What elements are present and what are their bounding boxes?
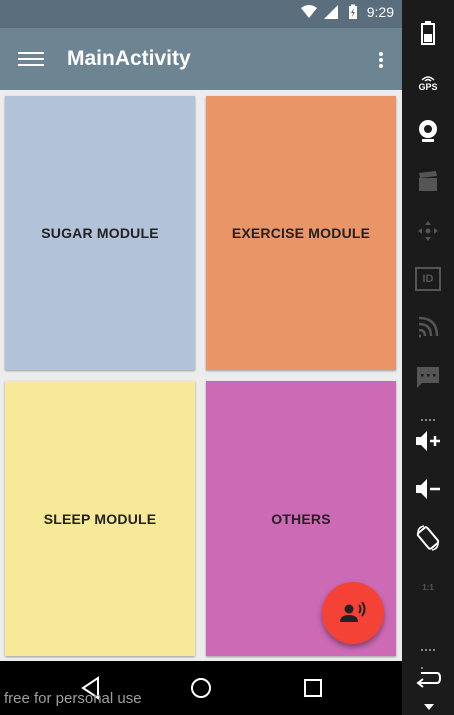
scale-label: 1:1	[422, 582, 434, 592]
status-bar: 9:29	[0, 0, 402, 28]
status-time: 9:29	[366, 4, 394, 20]
gps-label: GPS	[418, 82, 438, 92]
id-icon[interactable]: ID	[413, 264, 443, 294]
home-nav-icon[interactable]	[188, 675, 214, 701]
watermark-text: free for personal use	[4, 690, 142, 707]
gps-icon[interactable]: GPS	[413, 68, 443, 98]
voice-assistant-fab[interactable]	[322, 582, 384, 644]
others-label: OTHERS	[271, 510, 331, 527]
sugar-module-label: SUGAR MODULE	[41, 225, 159, 241]
expand-chevron-icon[interactable]	[424, 704, 434, 710]
emulator-side-panel: GPS ID 1:1	[402, 0, 454, 715]
dpad-icon[interactable]	[413, 216, 443, 246]
voice-person-icon	[340, 602, 366, 622]
sugar-module-tile[interactable]: SUGAR MODULE	[5, 96, 195, 370]
separator-dots-2	[420, 638, 438, 669]
sleep-module-tile[interactable]: SLEEP MODULE	[5, 381, 195, 656]
cast-icon[interactable]	[413, 312, 443, 342]
volume-down-icon[interactable]	[413, 474, 443, 504]
battery-icon[interactable]	[413, 18, 443, 48]
phone-screen: 9:29 MainActivity SUGAR MODULE EXERCISE …	[0, 0, 402, 715]
exercise-module-tile[interactable]: EXERCISE MODULE	[206, 96, 396, 370]
recents-nav-icon[interactable]	[300, 675, 326, 701]
hamburger-menu-icon[interactable]	[18, 48, 44, 70]
app-title: MainActivity	[67, 47, 191, 70]
exercise-module-label: EXERCISE MODULE	[231, 225, 371, 241]
app-bar: MainActivity	[0, 28, 402, 90]
message-icon[interactable]	[413, 362, 443, 392]
battery-charging-icon	[348, 4, 357, 19]
back-icon[interactable]	[413, 664, 443, 694]
module-grid: SUGAR MODULE EXERCISE MODULE SLEEP MODUL…	[0, 90, 402, 661]
rotate-icon[interactable]	[413, 523, 443, 553]
wifi-icon	[300, 5, 317, 18]
scale-icon[interactable]: 1:1	[413, 572, 443, 602]
camera-icon[interactable]	[413, 116, 443, 146]
sleep-module-label: SLEEP MODULE	[43, 510, 157, 527]
volume-up-icon[interactable]	[413, 426, 443, 456]
overflow-menu-icon[interactable]	[378, 50, 384, 70]
id-label: ID	[415, 267, 441, 291]
cell-signal-icon	[323, 5, 338, 19]
media-icon[interactable]	[413, 166, 443, 196]
separator-dots	[420, 408, 438, 439]
